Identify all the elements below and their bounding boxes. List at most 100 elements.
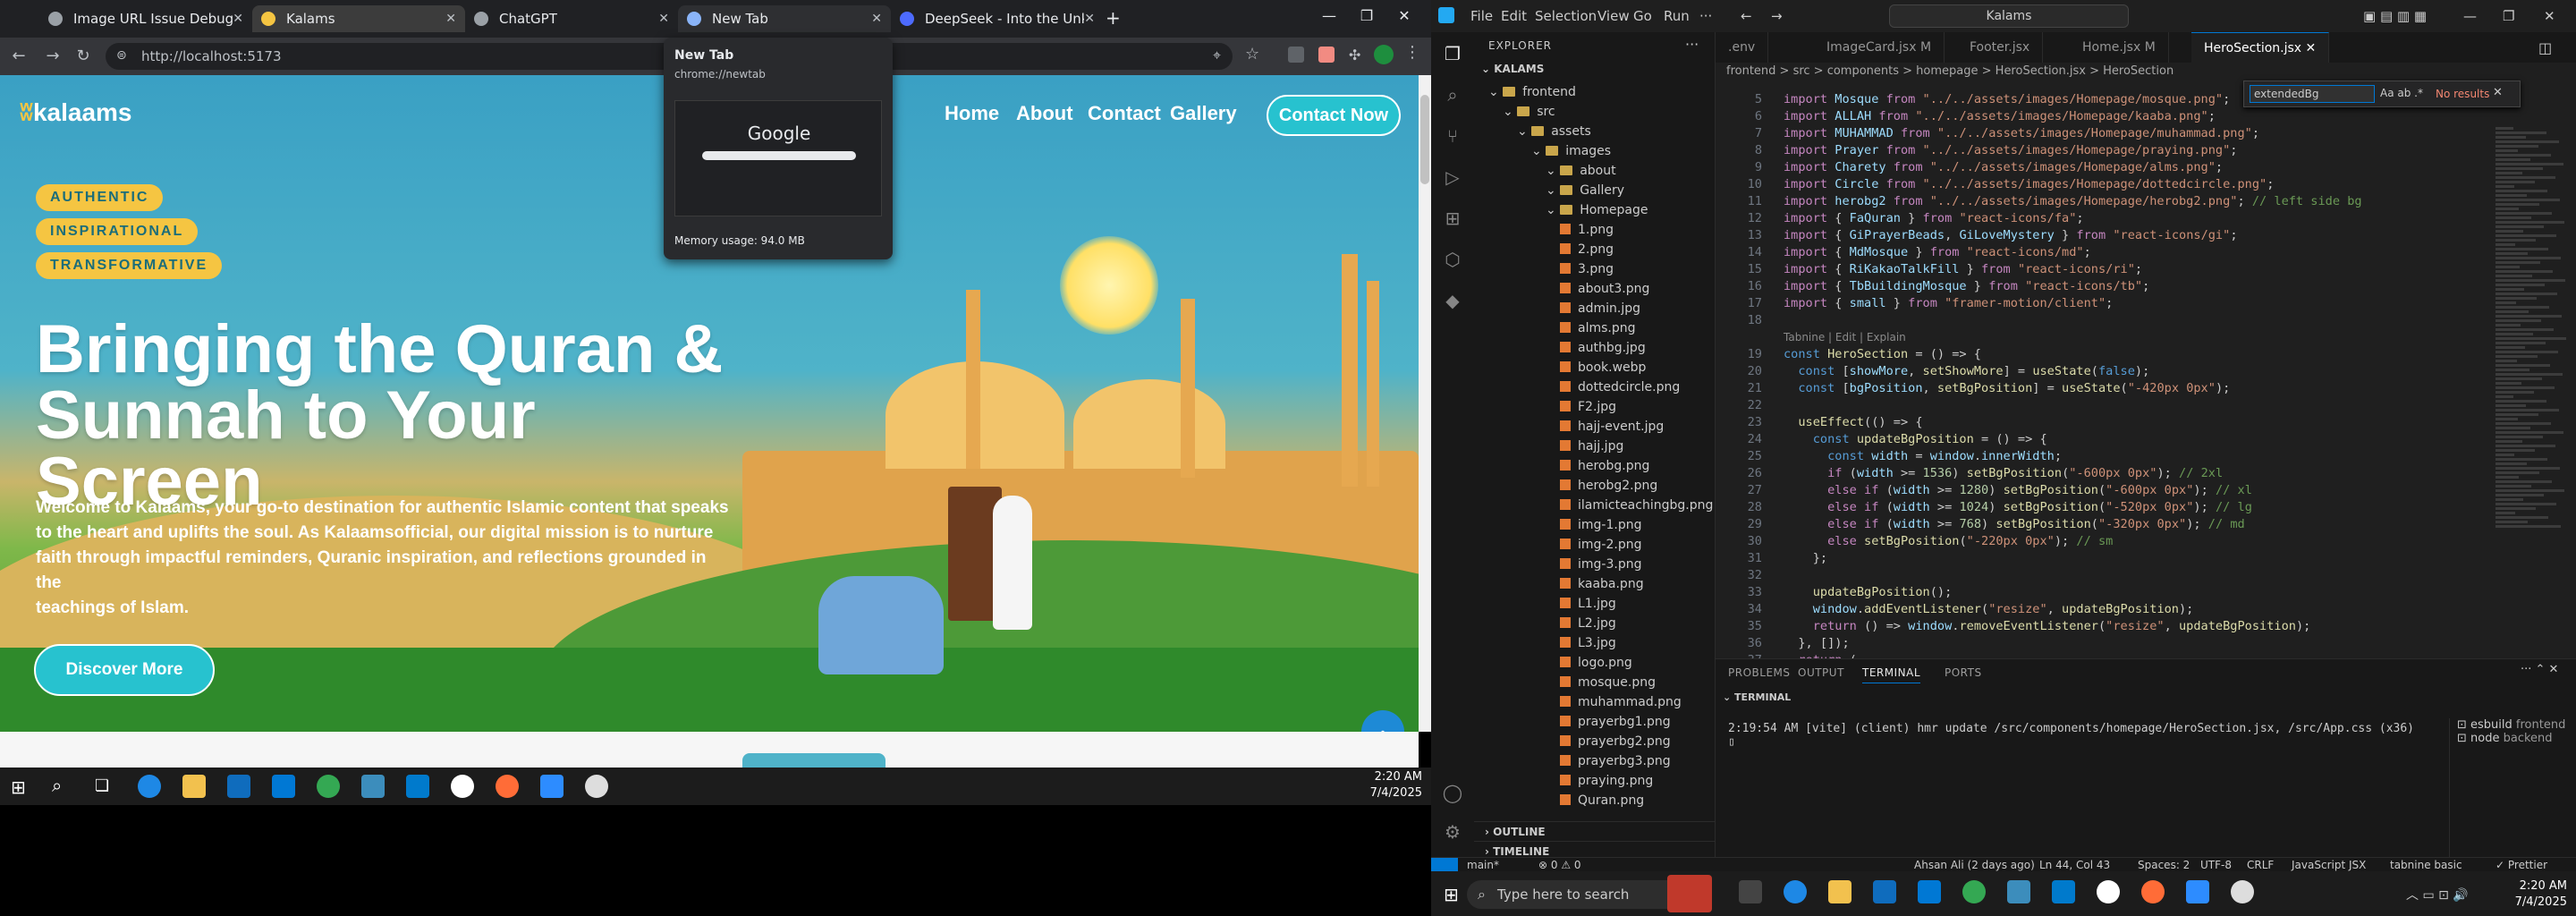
- mail-icon[interactable]: [272, 775, 295, 798]
- tree-file[interactable]: mosque.png: [1474, 673, 1716, 692]
- language-mode[interactable]: JavaScript JSX: [2292, 858, 2366, 872]
- app-icon[interactable]: [2231, 880, 2254, 903]
- menu-edit[interactable]: Edit: [1501, 8, 1527, 24]
- tabnine-status[interactable]: tabnine basic: [2390, 858, 2462, 872]
- search-icon[interactable]: ⌕: [1442, 84, 1463, 106]
- mail-icon[interactable]: [1918, 880, 1941, 903]
- discover-more-button[interactable]: Discover More: [34, 644, 215, 696]
- settings-gear-icon[interactable]: ⚙: [1442, 821, 1463, 843]
- menu-view[interactable]: View: [1597, 8, 1630, 24]
- tree-folder[interactable]: ⌄ assets: [1474, 122, 1716, 141]
- contact-now-button[interactable]: Contact Now: [1267, 95, 1401, 136]
- close-tab-icon[interactable]: ✕: [1084, 12, 1095, 26]
- prettier-status[interactable]: ✓ Prettier: [2496, 858, 2547, 872]
- clock[interactable]: 2:20 AM 7/4/2025: [2496, 878, 2567, 911]
- app-icon[interactable]: [585, 775, 608, 798]
- chrome-icon[interactable]: [317, 775, 340, 798]
- postman-icon[interactable]: [496, 775, 519, 798]
- tree-file[interactable]: authbg.jpg: [1474, 338, 1716, 358]
- store-icon[interactable]: [227, 775, 250, 798]
- extension-icon[interactable]: [1318, 47, 1335, 63]
- panel-tab-terminal[interactable]: TERMINAL: [1862, 666, 1921, 683]
- nav-home[interactable]: Home: [945, 102, 999, 125]
- terminal-output[interactable]: 2:19:54 AM [vite] (client) hmr update /s…: [1728, 722, 2426, 749]
- editor-tab-herosection[interactable]: HeroSection.jsx ✕: [2191, 32, 2330, 63]
- site-logo[interactable]: ʬkalaams: [20, 98, 132, 127]
- edge-icon[interactable]: [1784, 880, 1807, 903]
- menu-file[interactable]: File: [1470, 8, 1493, 24]
- windows-start-icon[interactable]: ⊞: [11, 776, 26, 798]
- tree-file[interactable]: L1.jpg: [1474, 594, 1716, 614]
- menu-more-icon[interactable]: ···: [1699, 8, 1712, 24]
- branch[interactable]: main*: [1467, 858, 1499, 872]
- menu-run[interactable]: Run: [1664, 8, 1690, 24]
- extension-icon[interactable]: [1288, 47, 1304, 63]
- tree-file[interactable]: herobg2.png: [1474, 476, 1716, 496]
- tree-folder[interactable]: ⌄ about: [1474, 161, 1716, 181]
- edge-icon[interactable]: [138, 775, 161, 798]
- tree-file[interactable]: logo.png: [1474, 653, 1716, 673]
- tree-file[interactable]: herobg.png: [1474, 456, 1716, 476]
- tree-file[interactable]: dottedcircle.png: [1474, 377, 1716, 397]
- close-tab-icon[interactable]: ✕: [233, 12, 243, 26]
- tab-deepseek[interactable]: DeepSeek - Into the Unknown✕: [891, 5, 1104, 32]
- file-explorer-icon[interactable]: [1828, 880, 1852, 903]
- app-icon[interactable]: [2097, 880, 2120, 903]
- tree-file[interactable]: img-1.png: [1474, 515, 1716, 535]
- tree-folder[interactable]: ⌄ frontend: [1474, 82, 1716, 102]
- tree-file[interactable]: prayerbg1.png: [1474, 712, 1716, 732]
- puzzle-icon[interactable]: ✣: [1349, 47, 1360, 64]
- mongodb-icon[interactable]: ◆: [1442, 290, 1463, 311]
- more-actions-icon[interactable]: ···: [1685, 36, 1699, 53]
- back-icon[interactable]: ←: [7, 45, 30, 68]
- restore-icon[interactable]: ❐: [1349, 7, 1385, 30]
- tree-file[interactable]: 1.png: [1474, 220, 1716, 240]
- tree-file[interactable]: admin.jpg: [1474, 299, 1716, 318]
- close-tab-icon[interactable]: ✕: [2306, 41, 2317, 55]
- store-icon[interactable]: [1873, 880, 1896, 903]
- file-explorer-icon[interactable]: [182, 775, 206, 798]
- minimap[interactable]: [2496, 125, 2576, 626]
- tree-file[interactable]: alms.png: [1474, 318, 1716, 338]
- panel-tab-output[interactable]: OUTPUT: [1798, 666, 1844, 679]
- split-editor-icon[interactable]: ◫: [2538, 39, 2552, 56]
- task-view-icon[interactable]: ❏: [95, 776, 109, 795]
- menu-selection[interactable]: Selection: [1535, 8, 1597, 24]
- breadcrumb[interactable]: frontend > src > components > homepage >…: [1726, 64, 2174, 78]
- indentation[interactable]: Spaces: 2: [2138, 858, 2190, 872]
- tab-chatgpt[interactable]: ChatGPT ✕: [465, 5, 678, 32]
- nav-gallery[interactable]: Gallery: [1170, 102, 1237, 125]
- tree-file[interactable]: 2.png: [1474, 240, 1716, 259]
- layout-icon[interactable]: ▣ ▤ ▥ ▦: [2363, 8, 2427, 24]
- close-window-icon[interactable]: ✕: [1386, 7, 1422, 30]
- app-icon[interactable]: [361, 775, 385, 798]
- tree-file[interactable]: ilamicteachingbg.png: [1474, 496, 1716, 515]
- taskbar-search[interactable]: Type here to search: [1467, 880, 1682, 909]
- site-info-icon[interactable]: ⊜: [116, 48, 127, 63]
- close-tab-icon[interactable]: ✕: [871, 12, 882, 26]
- editor-tab-imagecard[interactable]: ImageCard.jsx M: [1814, 32, 1945, 63]
- restore-icon[interactable]: ❐: [2503, 8, 2514, 24]
- menu-kebab-icon[interactable]: ⋮: [1404, 43, 1420, 62]
- app-icon[interactable]: [451, 775, 474, 798]
- tree-folder[interactable]: ⌄ Gallery: [1474, 181, 1716, 200]
- panel-tab-problems[interactable]: PROBLEMS: [1728, 666, 1791, 679]
- git-blame[interactable]: Ahsan Ali (2 days ago): [1914, 858, 2035, 872]
- cursor-position[interactable]: Ln 44, Col 43: [2039, 858, 2110, 872]
- tree-file[interactable]: L2.jpg: [1474, 614, 1716, 633]
- close-tab-icon[interactable]: ✕: [658, 12, 669, 26]
- close-tab-icon[interactable]: ✕: [445, 12, 456, 26]
- problems-count[interactable]: ⊗ 0 ⚠ 0: [1538, 858, 1581, 872]
- tree-file[interactable]: hajj.jpg: [1474, 437, 1716, 456]
- explorer-icon[interactable]: ❐: [1442, 43, 1463, 64]
- tree-file[interactable]: kaaba.png: [1474, 574, 1716, 594]
- minimize-icon[interactable]: —: [2463, 8, 2477, 24]
- tree-file[interactable]: img-3.png: [1474, 555, 1716, 574]
- bookmark-star-icon[interactable]: ☆: [1245, 45, 1259, 64]
- editor-tab-env[interactable]: .env: [1716, 32, 1769, 63]
- editor-tab-home[interactable]: Home.jsx M: [2070, 32, 2169, 63]
- tree-file[interactable]: about3.png: [1474, 279, 1716, 299]
- search-icon[interactable]: ⌕: [52, 775, 62, 796]
- panel-actions-icon[interactable]: ··· ⌃ ✕: [2521, 663, 2558, 676]
- terminal-esbuild[interactable]: ⊡ esbuild frontend: [2457, 718, 2574, 732]
